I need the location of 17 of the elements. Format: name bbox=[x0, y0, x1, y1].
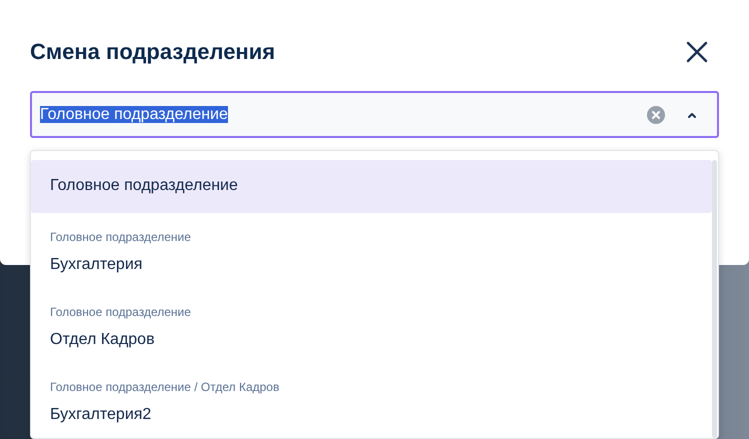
option-label: Бухгалтерия bbox=[50, 256, 144, 274]
option-label: Головное подразделение bbox=[50, 177, 239, 196]
option-item[interactable]: Головное подразделение bbox=[31, 160, 712, 213]
option-path: Головное подразделение bbox=[50, 305, 192, 320]
option-path: Головное подразделение bbox=[50, 230, 192, 244]
dialog-title: Смена подразделения bbox=[30, 39, 276, 65]
option-label: Бухгалтерия2 bbox=[50, 406, 152, 424]
scrollbar[interactable] bbox=[712, 160, 717, 438]
clear-icon[interactable] bbox=[647, 106, 665, 124]
select-value: Головное подразделение bbox=[40, 106, 228, 122]
option-path: Головное подразделение / Отдел Кадров bbox=[50, 380, 280, 394]
option-label: Отдел Кадров bbox=[50, 331, 156, 350]
option-item[interactable]: Головное подразделение Бухгалтерия bbox=[31, 212, 712, 288]
close-icon[interactable] bbox=[685, 40, 709, 64]
option-item[interactable]: Головное подразделение Отдел Кадров bbox=[31, 288, 712, 363]
select-field[interactable]: Головное подразделение bbox=[30, 91, 719, 138]
option-item[interactable]: Головное подразделение / Отдел Кадров Бухгалтерия2 bbox=[31, 362, 712, 438]
